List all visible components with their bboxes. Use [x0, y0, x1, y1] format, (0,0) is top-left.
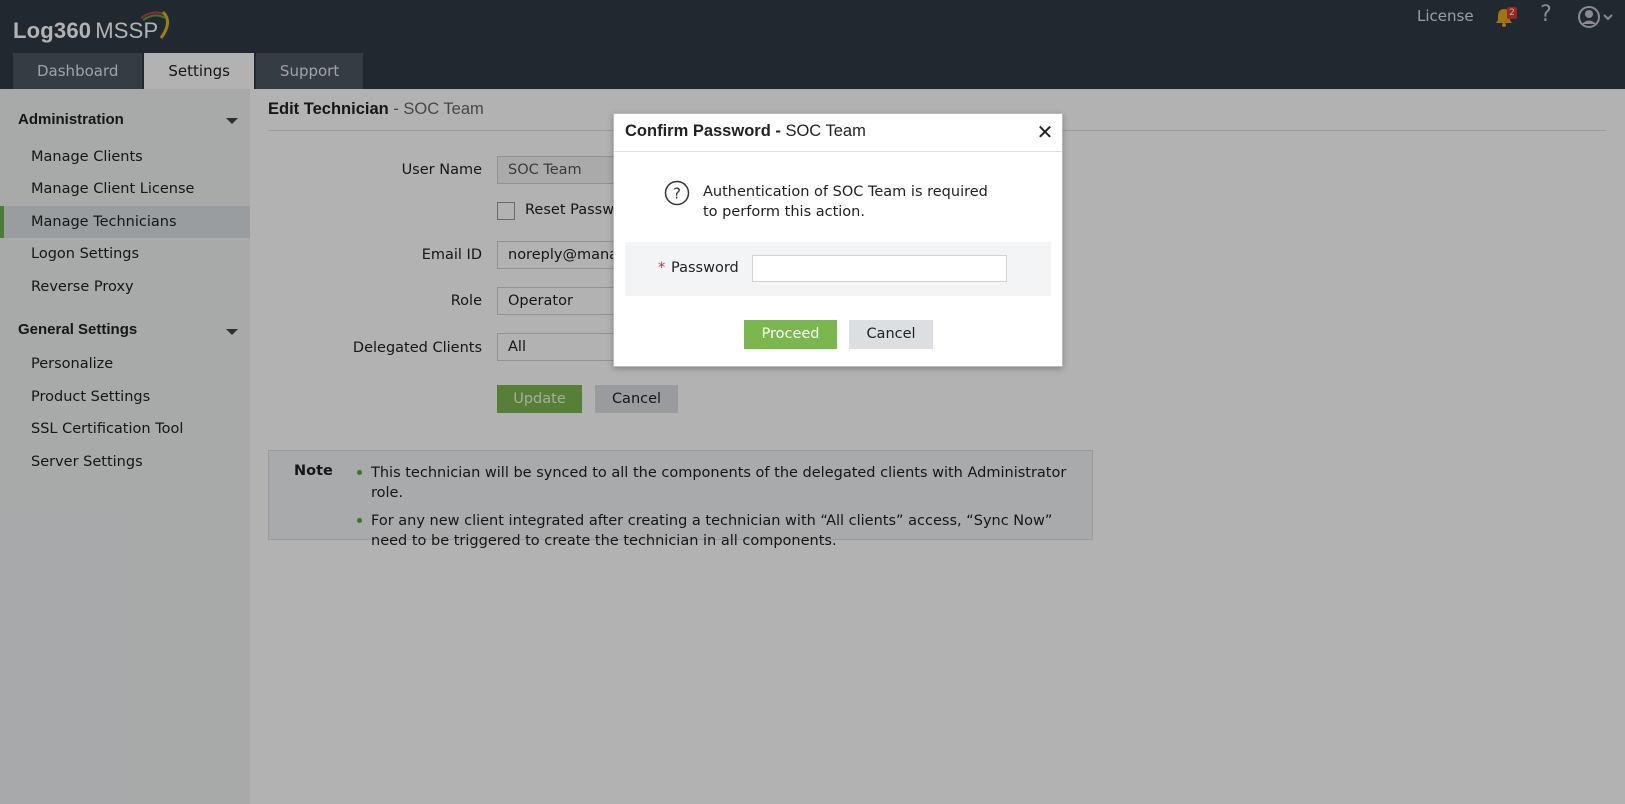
- password-row: * Password: [625, 242, 1051, 296]
- dialog-message: Authentication of SOC Team is required t…: [703, 184, 988, 220]
- dialog-header: Confirm Password - SOC Team ✕: [614, 114, 1062, 152]
- question-icon: ?: [664, 180, 690, 206]
- dialog-title: Confirm Password - SOC Team: [625, 122, 866, 141]
- confirm-password-dialog: Confirm Password - SOC Team ✕ ? Authenti…: [613, 113, 1063, 367]
- close-icon[interactable]: ✕: [1035, 122, 1055, 142]
- svg-text:?: ?: [673, 185, 681, 203]
- password-label: Password: [671, 260, 739, 276]
- dialog-title-sub: SOC Team: [785, 122, 866, 140]
- password-input[interactable]: [752, 255, 1007, 282]
- required-marker: *: [658, 260, 666, 276]
- dialog-title-main: Confirm Password -: [625, 122, 781, 140]
- proceed-button[interactable]: Proceed: [744, 320, 837, 349]
- dialog-cancel-button[interactable]: Cancel: [849, 320, 933, 349]
